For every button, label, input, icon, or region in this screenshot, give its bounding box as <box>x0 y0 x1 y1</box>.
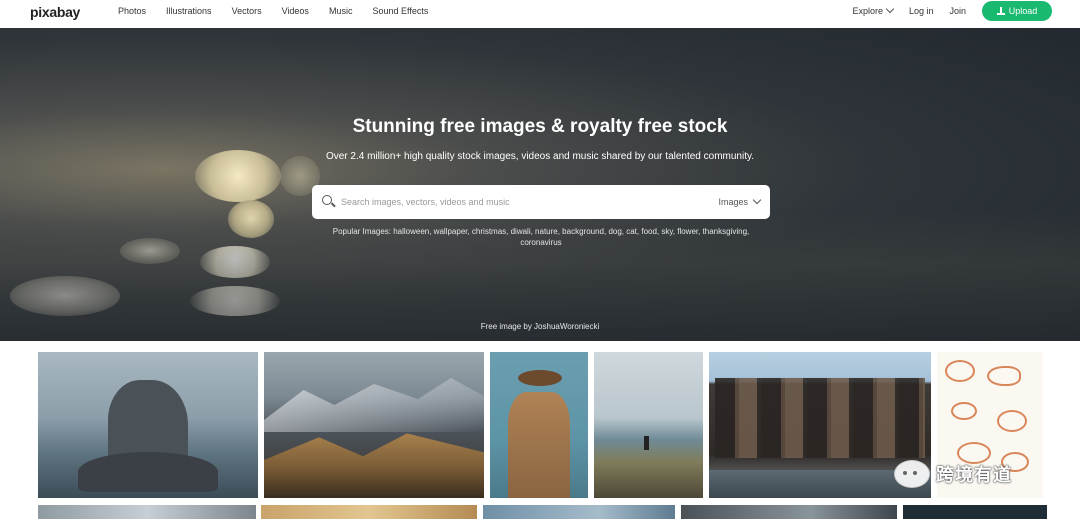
hero-title: Stunning free images & royalty free stoc… <box>352 116 728 137</box>
image-tile-row2-2[interactable] <box>261 505 477 519</box>
golden-hills <box>264 433 484 498</box>
main-nav: Photos Illustrations Vectors Videos Musi… <box>118 0 448 22</box>
canal-houses <box>715 378 925 458</box>
join-link[interactable]: Join <box>949 6 966 16</box>
snow-peaks <box>264 378 484 432</box>
hiker <box>644 436 649 450</box>
nav-photos[interactable]: Photos <box>118 6 146 16</box>
nav-music[interactable]: Music <box>329 6 353 16</box>
nav-videos[interactable]: Videos <box>282 6 309 16</box>
search-icon[interactable] <box>322 195 332 205</box>
image-tile-rock-island[interactable] <box>38 352 258 498</box>
image-tile-row2-4[interactable] <box>681 505 897 519</box>
hat <box>518 370 562 386</box>
upload-label: Upload <box>1008 6 1038 16</box>
watermark-text: 跨境有道 <box>936 465 1012 485</box>
wechat-watermark: 跨境有道 <box>894 451 1044 497</box>
image-tile-row2-1[interactable] <box>38 505 256 519</box>
upload-icon <box>996 7 1005 15</box>
image-credit[interactable]: Free image by JoshuaWoroniecki <box>0 322 1080 331</box>
nav-sound-effects[interactable]: Sound Effects <box>372 6 428 16</box>
upload-button[interactable]: Upload <box>982 1 1052 21</box>
image-tile-hiker-coast[interactable] <box>594 352 703 498</box>
search-type-label: Images <box>718 197 748 207</box>
cat-sketch <box>951 402 977 420</box>
coat <box>508 392 570 498</box>
image-tile-row2-5[interactable] <box>903 505 1047 519</box>
image-tile-mountains[interactable] <box>264 352 484 498</box>
image-tile-woman-hat[interactable] <box>490 352 588 498</box>
explore-menu[interactable]: Explore <box>852 4 895 16</box>
wechat-icon <box>894 460 930 488</box>
cat-sketch <box>997 410 1027 432</box>
search-bar: Images <box>312 185 770 219</box>
chevron-down-icon <box>752 195 762 205</box>
nav-vectors[interactable]: Vectors <box>232 6 262 16</box>
popular-images[interactable]: Popular Images: halloween, wallpaper, ch… <box>320 226 762 248</box>
rock-base <box>78 452 218 492</box>
nav-illustrations[interactable]: Illustrations <box>166 6 212 16</box>
chevron-down-icon <box>885 4 895 14</box>
search-type-dropdown[interactable]: Images <box>718 185 762 219</box>
pixabay-logo[interactable]: pixabay <box>30 4 80 20</box>
search-input[interactable] <box>341 185 701 219</box>
hero-subtitle: Over 2.4 million+ high quality stock ima… <box>325 151 755 162</box>
image-tile-row2-3[interactable] <box>483 505 675 519</box>
cat-sketch <box>987 366 1021 386</box>
hero-banner: Stunning free images & royalty free stoc… <box>0 28 1080 341</box>
account-nav: Explore Log in Join Upload <box>852 0 1080 22</box>
explore-label: Explore <box>852 6 883 16</box>
top-nav-bar: pixabay Photos Illustrations Vectors Vid… <box>0 0 1080 28</box>
cat-sketch <box>945 360 975 382</box>
login-link[interactable]: Log in <box>909 6 934 16</box>
